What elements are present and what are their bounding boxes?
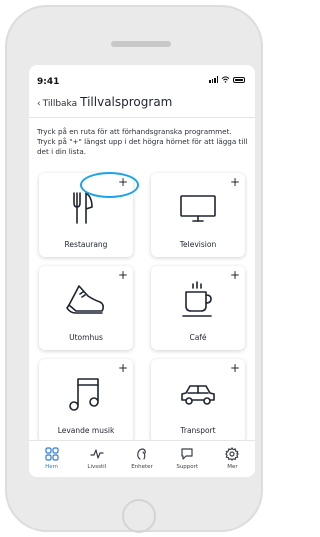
nav-hem[interactable]: Hem [29, 441, 74, 477]
battery-icon [233, 76, 245, 83]
add-button-highlight [80, 172, 139, 198]
add-icon[interactable]: + [118, 362, 128, 374]
home-grid-icon [44, 447, 59, 461]
phone-frame: 9:41 ‹ Tillbaka Tillvalsprogram Tryck på… [5, 5, 263, 533]
tile-cafe[interactable]: + Café [151, 266, 245, 350]
hearing-aid-icon [137, 448, 146, 460]
page-title: Tillvalsprogram [80, 95, 173, 109]
tile-utomhus[interactable]: + Utomhus [39, 266, 133, 350]
add-icon[interactable]: + [230, 362, 240, 374]
wifi-icon [221, 76, 230, 83]
chat-bubble-icon [181, 448, 193, 460]
nav-label: Support [176, 464, 199, 470]
tile-transport[interactable]: + Transport [151, 359, 245, 443]
music-note-icon [69, 378, 99, 411]
coffee-cup-icon [182, 281, 212, 317]
tile-label: Utomhus [69, 333, 103, 342]
add-icon[interactable]: + [230, 269, 240, 281]
car-icon [181, 385, 215, 405]
nav-label: Livsstil [87, 464, 107, 470]
nav-mer[interactable]: Mer [210, 441, 255, 477]
shoe-icon [66, 285, 104, 314]
gear-icon [225, 447, 240, 461]
bottom-nav: Hem Livsstil Enheter Support Mer [29, 440, 255, 477]
tile-television[interactable]: + Television [151, 173, 245, 257]
app-screen: 9:41 ‹ Tillbaka Tillvalsprogram Tryck på… [29, 65, 255, 477]
nav-livsstil[interactable]: Livsstil [74, 441, 119, 477]
tile-label: Café [189, 333, 207, 342]
activity-icon [90, 449, 104, 459]
intro-text: Tryck på en ruta för att förhandsgranska… [37, 127, 248, 156]
status-icons [209, 76, 245, 83]
status-time: 9:41 [37, 77, 60, 87]
nav-label: Enheter [131, 464, 153, 470]
tile-label: Television [179, 240, 217, 249]
add-icon[interactable]: + [230, 176, 240, 188]
back-label: Tillbaka [42, 99, 78, 109]
chevron-left-icon: ‹ [37, 99, 41, 109]
program-grid: + Restaurang + Television + Utomhus + Ca… [29, 173, 255, 477]
back-button[interactable]: ‹ Tillbaka [37, 99, 77, 109]
header-divider [29, 117, 255, 118]
nav-label: Mer [227, 464, 238, 470]
nav-support[interactable]: Support [165, 441, 210, 477]
page-header: ‹ Tillbaka Tillvalsprogram [37, 95, 172, 113]
status-bar: 9:41 [29, 65, 255, 95]
tile-levande-musik[interactable]: + Levande musik [39, 359, 133, 443]
tile-label: Levande musik [57, 426, 115, 435]
tile-label: Restaurang [64, 240, 108, 249]
home-button[interactable] [122, 499, 156, 533]
nav-label: Hem [45, 464, 59, 470]
signal-icon [209, 76, 218, 83]
nav-enheter[interactable]: Enheter [119, 441, 164, 477]
tv-icon [180, 195, 216, 222]
tile-label: Transport [180, 426, 216, 435]
add-icon[interactable]: + [118, 269, 128, 281]
phone-speaker [111, 41, 171, 47]
